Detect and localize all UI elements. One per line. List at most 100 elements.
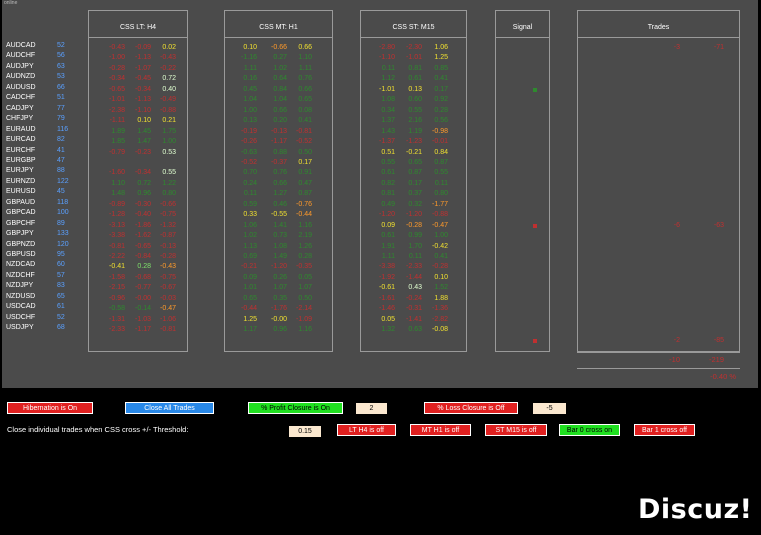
css-mt-value: 1.13 [243,242,257,250]
css-mt-value: -0.76 [296,200,312,208]
css-mt-value: 1.27 [273,190,287,198]
css-lt-value: -0.65 [135,242,151,250]
css-st-value: 0.41 [434,75,448,83]
pair-name: NZDCAD [6,261,36,269]
css-lt-value: -0.89 [109,200,125,208]
css-lt-value: -1.86 [135,221,151,229]
css-lt-value: 1.00 [162,138,176,146]
css-st-value: -2.80 [379,44,395,51]
pair-name: GBPUSD [6,251,36,258]
css-st-value: -0.88 [432,211,448,219]
css-lt-value: 1.48 [111,190,125,198]
css-st-value: -0.08 [432,326,448,334]
loss-value-input[interactable]: -5 [533,403,566,414]
css-st-value: 0.11 [381,64,395,72]
css-mt-value: 0.08 [298,106,312,114]
close-all-trades-button[interactable]: Close All Trades [125,402,214,414]
pair-name: EURAUD [6,125,36,133]
css-st-value: 0.41 [434,253,448,260]
pair-value: 118 [57,198,69,206]
css-mt-value: 0.33 [243,211,257,219]
css-mt-value: 0.46 [273,200,287,208]
css-mt-divider [225,37,332,38]
css-st-value: 0.13 [408,85,422,93]
css-mt-panel: CSS MT: H1 0.10 -0.66 0.66 -1.16 0.27 1.10 1.1… [224,10,333,352]
css-st-value: 0.56 [434,117,448,125]
css-st-value: 1.70 [408,242,422,250]
css-st-value: -1.77 [432,200,448,208]
css-lt-value: -0.34 [135,169,151,177]
css-lt-value: -1.07 [135,64,151,72]
css-st-value: -1.23 [406,138,422,146]
css-lt-value: -1.32 [160,221,176,229]
css-st-panel: CSS ST: M15 -2.80 -2.30 1.06 -1.10 -1.01 1.25… [360,10,467,352]
css-mt-value: -0.21 [241,263,257,271]
css-lt-value: -1.01 [109,96,125,104]
css-mt-value: -1.20 [271,263,287,271]
css-lt-value: -0.47 [160,305,176,313]
css-st-value: -1.36 [432,305,448,313]
bar1-cross-button[interactable]: Bar 1 cross off [634,424,695,436]
pair-value: 45 [57,188,65,196]
mt-h1-button[interactable]: MT H1 is off [410,424,471,436]
css-mt-value: 0.17 [298,158,312,166]
css-lt-value: -1.60 [109,169,125,177]
css-st-value: 0.92 [434,96,448,104]
css-mt-value: 1.26 [298,242,312,250]
css-mt-value: 0.35 [273,294,287,302]
trade-pips: -63 [713,221,724,229]
css-mt-value: -0.81 [296,127,312,135]
css-mt-value: 0.50 [298,294,312,302]
css-st-value: 0.10 [434,273,448,281]
css-st-value: 1.25 [434,54,448,62]
css-lt-value: -0.23 [135,148,151,156]
css-st-value: 1.88 [434,294,448,302]
css-mt-value: 0.65 [298,96,312,104]
css-st-value: -0.24 [406,294,422,302]
css-lt-value: -0.58 [109,305,125,313]
trades-percent-divider [577,368,740,369]
css-lt-value: -1.58 [109,273,125,281]
hibernation-button[interactable]: Hibernation is On [7,402,93,414]
css-mt-value: 0.96 [273,326,287,334]
css-lt-value: -2.22 [109,253,125,260]
pair-value: 82 [57,136,65,144]
pair-value: 100 [57,209,69,217]
bar0-cross-button[interactable]: Bar 0 cross on [559,424,620,436]
css-mt-value: -1.09 [296,315,312,323]
css-lt-value: -1.13 [135,96,151,104]
window-title: online [4,0,18,6]
pair-value: 122 [57,177,69,185]
lt-h4-button[interactable]: LT H4 is off [337,424,396,436]
css-st-value: 1.12 [381,75,395,83]
css-mt-value: 1.00 [243,106,257,114]
css-lt-value: -0.14 [135,305,151,313]
css-lt-value: 0.72 [162,75,176,83]
css-lt-value: -1.00 [109,54,125,62]
css-mt-value: 0.65 [243,294,257,302]
css-mt-value: 1.02 [243,232,257,240]
signal-panel: Signal [495,10,550,352]
loss-closure-button[interactable]: % Loss Closure is Off [424,402,518,414]
profit-closure-button[interactable]: % Profit Closure is On [248,402,343,414]
css-st-value: 0.43 [408,284,422,292]
css-st-value: 0.11 [434,179,448,187]
css-st-value: 1.19 [408,127,422,135]
css-lt-value: -2.15 [109,284,125,292]
profit-value-input[interactable]: 2 [356,403,387,414]
css-lt-value: 1.47 [137,138,151,146]
st-m15-button[interactable]: ST M15 is off [485,424,547,436]
pair-name: EURCHF [6,146,36,154]
pair-name: CHFJPY [6,115,34,123]
css-mt-value: 0.73 [273,232,287,240]
pair-name: NZDJPY [6,282,34,290]
threshold-input[interactable]: 0.15 [289,426,321,437]
css-lt-value: -0.87 [160,232,176,240]
css-st-value: 0.80 [434,190,448,198]
css-st-value: 1.06 [434,44,448,51]
pair-value: 60 [57,261,65,269]
trades-title: Trades [647,24,670,31]
css-mt-value: 0.76 [273,169,287,177]
css-mt-value: 1.11 [298,64,312,72]
css-st-value: -0.21 [406,148,422,156]
